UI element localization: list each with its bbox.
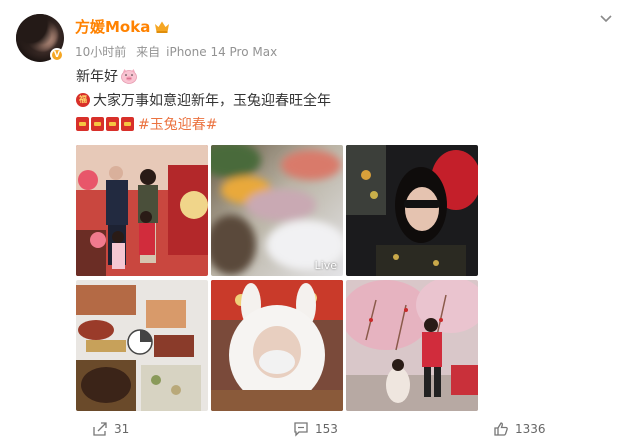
image-grid: Live <box>76 145 478 411</box>
post-text-line-2: 福 大家万事如意迎新年，玉兔迎春旺全年 <box>76 90 331 110</box>
action-bar: 31 153 1336 <box>0 421 630 445</box>
post-meta: 10小时前 来自 iPhone 14 Pro Max <box>75 43 283 60</box>
comment-icon <box>294 422 308 437</box>
chevron-down-icon[interactable] <box>598 10 614 26</box>
red-envelope-icon <box>121 117 134 131</box>
share-count: 31 <box>114 422 130 436</box>
post-image-pink-tree[interactable] <box>346 280 478 411</box>
red-envelope-icon <box>106 117 119 131</box>
share-icon <box>93 422 107 436</box>
thumbs-up-icon <box>494 422 508 436</box>
source-device: iPhone 14 Pro Max <box>166 45 278 59</box>
post-text-line-3: #玉兔迎春# <box>76 114 217 134</box>
post-image-family[interactable] <box>76 145 208 276</box>
blessing-text: 大家万事如意迎新年，玉兔迎春旺全年 <box>93 93 331 109</box>
post-image-banquet[interactable] <box>76 280 208 411</box>
live-badge: Live <box>314 259 337 272</box>
post-time[interactable]: 10小时前 <box>75 45 126 59</box>
post-header: 方媛Moka <box>75 16 170 37</box>
username-link[interactable]: 方媛Moka <box>75 16 150 37</box>
crown-icon <box>155 21 170 33</box>
post-image-car-selfie[interactable] <box>346 145 478 276</box>
greeting-text: 新年好 <box>76 69 118 85</box>
hashtag-link[interactable]: #玉兔迎春# <box>138 114 217 134</box>
comment-count: 153 <box>315 422 338 436</box>
weibo-post-card: V 方媛Moka 10小时前 来自 iPhone 14 Pro Max 新年好 福… <box>0 0 630 448</box>
post-text-line-1: 新年好 <box>76 66 138 86</box>
share-button[interactable]: 31 <box>92 421 129 437</box>
red-envelope-icon <box>91 117 104 131</box>
source-prefix: 来自 <box>136 45 161 59</box>
like-button[interactable]: 1336 <box>493 421 546 437</box>
pig-emoji-icon <box>121 69 137 84</box>
post-image-bunny-hat[interactable] <box>211 280 343 411</box>
fu-emoji-icon: 福 <box>76 93 90 107</box>
post-image-live[interactable]: Live <box>211 145 343 276</box>
comment-button[interactable]: 153 <box>293 421 338 437</box>
red-envelope-icon <box>76 117 89 131</box>
verified-badge-icon: V <box>50 48 64 62</box>
like-count: 1336 <box>515 422 546 436</box>
